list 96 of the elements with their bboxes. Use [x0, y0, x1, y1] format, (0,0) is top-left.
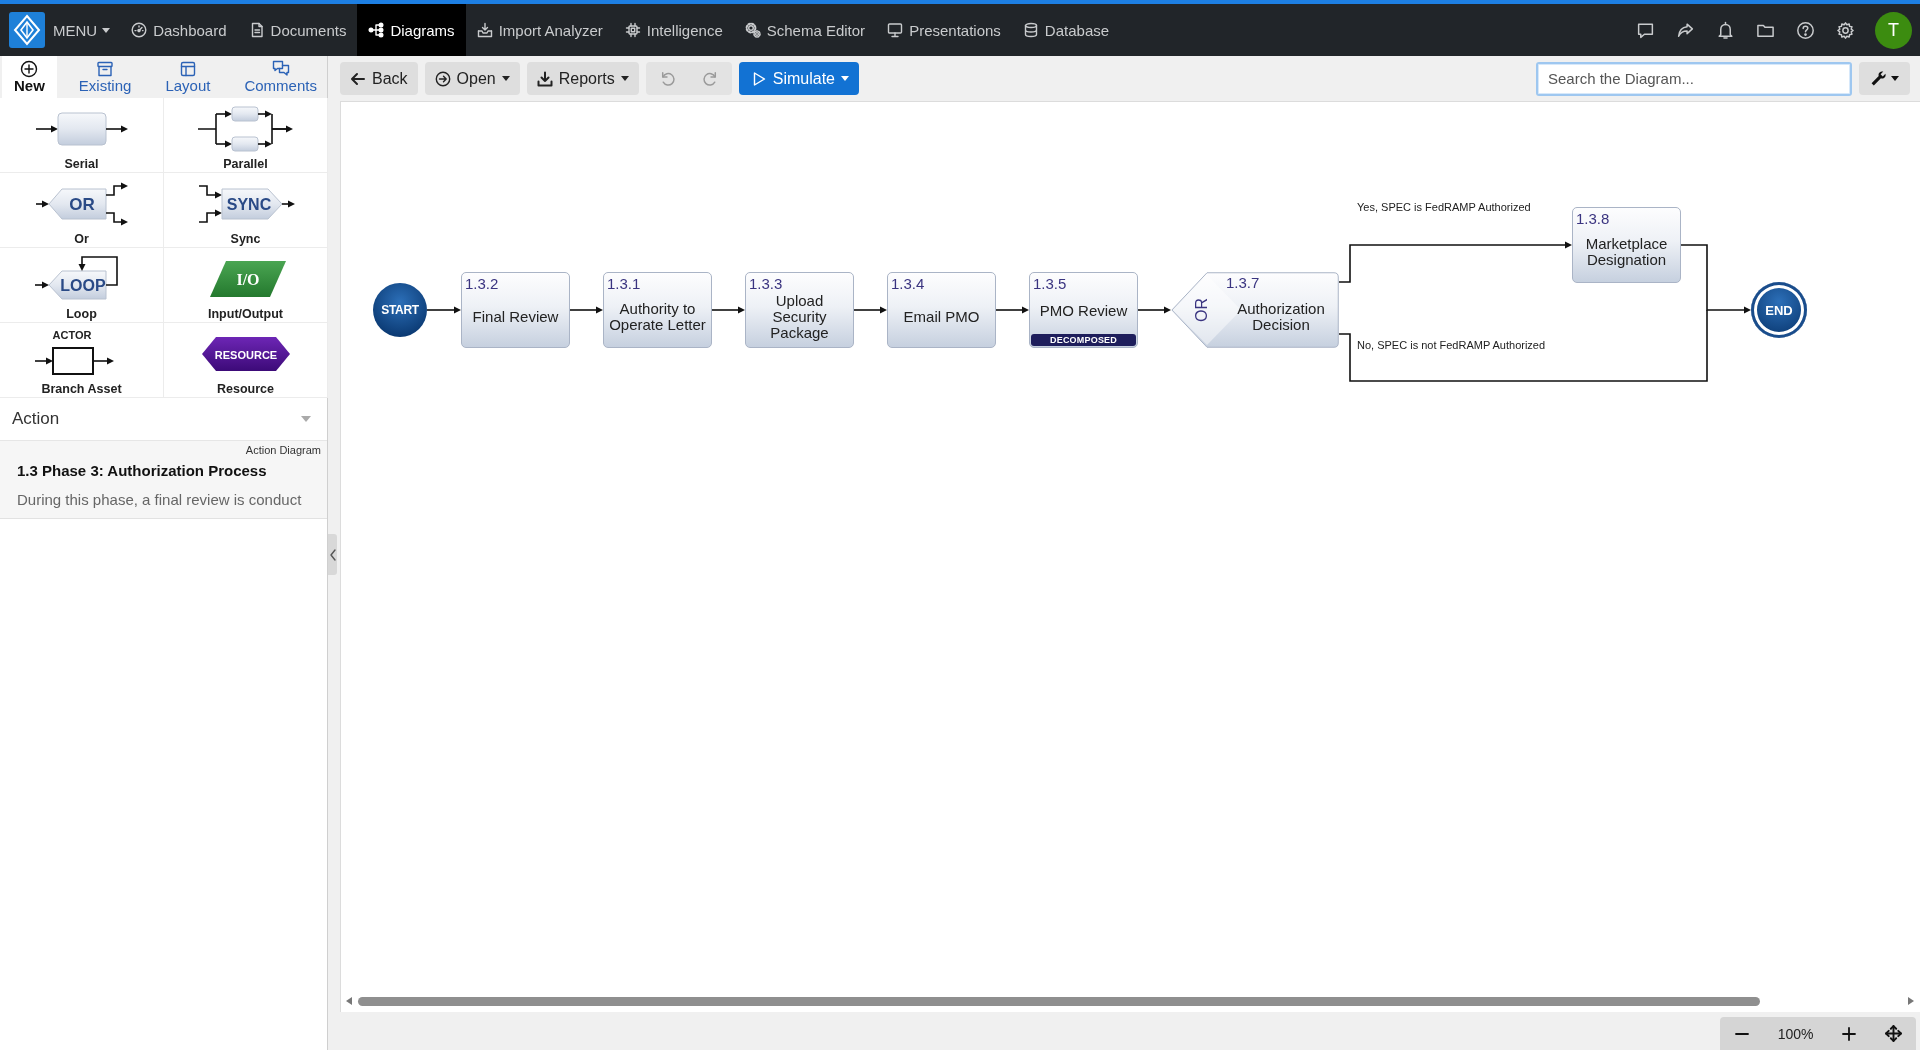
start-node[interactable]: START: [373, 283, 427, 337]
diamond-logo-icon[interactable]: [9, 12, 45, 48]
process-step-node[interactable]: 1.3.8 Marketplace Designation: [1572, 207, 1681, 283]
connector-arrow: [711, 306, 745, 314]
branch-label: No, SPEC is not FedRAMP Authorized: [1357, 339, 1546, 351]
diagram-description: During this phase, a final review is conduct: [16, 491, 303, 508]
palette-item[interactable]: OR Or: [0, 173, 164, 248]
database-icon: [1022, 22, 1039, 38]
palette-item[interactable]: I/O Input/Output: [164, 248, 328, 323]
nav-tab[interactable]: Database: [1011, 4, 1121, 56]
chip-icon: [624, 22, 641, 38]
simulate-button[interactable]: Simulate: [738, 62, 859, 95]
connector-arrow: [426, 306, 461, 314]
panel-tab[interactable]: New: [2, 56, 57, 98]
scroll-right-icon[interactable]: [1908, 997, 1914, 1005]
process-step-node[interactable]: 1.3.1 Authority to Operate Letter: [603, 272, 712, 348]
step-number: 1.3.2: [464, 274, 499, 292]
scroll-left-icon[interactable]: [346, 997, 352, 1005]
nav-tab[interactable]: Diagrams: [357, 4, 466, 56]
collapse-handle[interactable]: [328, 534, 337, 575]
scrollbar-thumb[interactable]: [358, 996, 1760, 1006]
process-step-node[interactable]: 1.3.4 Email PMO: [887, 272, 996, 348]
end-node[interactable]: END: [1751, 282, 1807, 338]
nav-tab[interactable]: Presentations: [876, 4, 1012, 56]
nav-tab[interactable]: Import Analyzer: [465, 4, 614, 56]
step-number: 1.3.8: [1575, 209, 1610, 227]
palette-item[interactable]: Parallel: [164, 98, 328, 173]
step-label: PMO Review: [1039, 302, 1128, 319]
nav-tab[interactable]: Schema Editor: [733, 4, 877, 56]
redo-icon: [701, 70, 719, 87]
bell-icon[interactable]: [1716, 20, 1735, 40]
decomposed-badge: DECOMPOSED: [1031, 334, 1136, 346]
chevron-left-icon: [329, 548, 336, 561]
tools-menu-button[interactable]: [1859, 62, 1910, 95]
nav-tab[interactable]: Documents: [237, 4, 358, 56]
back-button[interactable]: Back: [340, 62, 418, 95]
monitor-icon: [887, 22, 904, 38]
panel-tab[interactable]: Existing: [66, 56, 144, 98]
archive-box-icon: [96, 60, 115, 78]
nav-tab[interactable]: Dashboard: [120, 4, 238, 56]
diagram-type-label: Action Diagram: [245, 444, 321, 456]
merge-connector: [1680, 244, 1751, 314]
chat-icon[interactable]: [1636, 20, 1655, 40]
step-label: Authority to Operate Letter: [608, 301, 707, 333]
step-label: Authorization Decision: [1236, 301, 1326, 333]
step-number: 1.3.1: [606, 274, 641, 292]
process-step-node[interactable]: 1.3.3 Upload Security Package: [745, 272, 854, 348]
menu-button[interactable]: MENU: [53, 4, 121, 56]
process-step-node[interactable]: 1.3.5 PMO Review DECOMPOSED: [1029, 272, 1138, 348]
step-label: Upload Security Package: [769, 293, 830, 341]
open-button[interactable]: Open: [424, 62, 520, 95]
pan-arrows-icon[interactable]: [1885, 1025, 1903, 1042]
connector-arrow: [853, 306, 887, 314]
zoom-level: 100%: [1777, 1025, 1814, 1042]
user-avatar[interactable]: T: [1875, 11, 1912, 49]
plus-circle-icon: [20, 60, 39, 78]
diagram-title: 1.3 Phase 3: Authorization Process: [16, 462, 268, 479]
step-number: 1.3.5: [1032, 274, 1067, 292]
arrow-left-icon: [350, 70, 366, 87]
step-label: Marketplace Designation: [1584, 236, 1669, 268]
palette-item[interactable]: LOOP Loop: [0, 248, 164, 323]
step-label: Email PMO: [903, 309, 980, 325]
decision-node[interactable]: OR 1.3.7 Authorization Decision: [1171, 272, 1339, 348]
search-field[interactable]: Search the Diagram...: [1536, 61, 1852, 96]
connector-arrow: [1137, 306, 1171, 314]
process-step-node[interactable]: 1.3.2 Final Review: [461, 272, 570, 348]
gauge-icon: [131, 22, 148, 38]
step-label: Final Review: [472, 309, 559, 325]
caret-icon: [301, 416, 311, 422]
caret-icon: [102, 27, 111, 33]
zoom-in-icon[interactable]: [1841, 1025, 1858, 1042]
step-number: 1.3.7: [1225, 273, 1260, 291]
wrench-icon: [1870, 70, 1887, 87]
inbox-download-icon: [476, 22, 493, 38]
palette-item[interactable]: RESOURCE Resource: [164, 323, 328, 398]
download-icon: [536, 70, 553, 87]
palette-item[interactable]: SYNC Sync: [164, 173, 328, 248]
branch-label: Yes, SPEC is FedRAMP Authorized: [1357, 201, 1531, 213]
layout-icon: [178, 60, 197, 78]
caret-icon: [1891, 76, 1899, 81]
gears-icon: [744, 22, 761, 38]
chat-bubbles-icon: [271, 60, 290, 78]
nav-tab[interactable]: Intelligence: [613, 4, 734, 56]
reports-button[interactable]: Reports: [526, 62, 639, 95]
gate-label: OR: [1193, 298, 1211, 322]
palette-item[interactable]: ACTOR Branch Asset: [0, 323, 164, 398]
step-number: 1.3.4: [890, 274, 925, 292]
panel-tab[interactable]: Layout: [153, 56, 223, 98]
settings-icon[interactable]: [1836, 20, 1855, 40]
hierarchy-icon: [368, 22, 385, 38]
connector-arrow: [569, 306, 603, 314]
connector-arrow: [995, 306, 1029, 314]
panel-tab[interactable]: Comments: [232, 56, 329, 98]
step-number: 1.3.3: [748, 274, 783, 292]
palette-item[interactable]: Serial: [0, 98, 164, 173]
help-icon[interactable]: [1796, 20, 1815, 40]
